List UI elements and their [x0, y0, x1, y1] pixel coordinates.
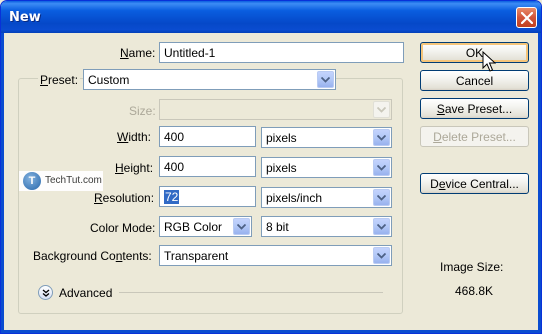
- close-button[interactable]: [516, 7, 537, 28]
- bit-depth-select[interactable]: 8 bit: [261, 216, 392, 237]
- resolution-label: Resolution:: [94, 191, 155, 205]
- bit-depth-dropdown-button[interactable]: [373, 218, 390, 235]
- background-contents-label: Background Contents:: [33, 249, 152, 263]
- resolution-field[interactable]: 72: [159, 186, 256, 207]
- techtut-watermark-logo: T TechTut.com: [19, 171, 103, 191]
- save-preset-button[interactable]: Save Preset...: [420, 98, 529, 119]
- dropdown-arrow-icon: [377, 224, 386, 230]
- advanced-divider: [119, 292, 383, 293]
- dropdown-arrow-icon: [377, 135, 386, 141]
- image-size-label: Image Size:: [440, 260, 504, 274]
- device-central-button[interactable]: Device Central...: [420, 173, 529, 194]
- advanced-toggle-button[interactable]: [38, 285, 53, 300]
- size-select[interactable]: [159, 99, 392, 120]
- name-field[interactable]: Untitled-1: [159, 42, 404, 63]
- delete-preset-button[interactable]: Delete Preset...: [420, 126, 529, 147]
- new-document-dialog: New Name: Untitled-1 Preset: Custom Size…: [0, 0, 542, 334]
- cancel-button[interactable]: Cancel: [420, 70, 529, 91]
- logo-icon: T: [23, 172, 41, 190]
- image-size-value: 468.8K: [455, 284, 494, 298]
- preset-dropdown-button[interactable]: [317, 71, 334, 88]
- dropdown-arrow-icon: [377, 195, 386, 201]
- dropdown-arrow-icon: [377, 107, 386, 113]
- resolution-unit-select[interactable]: pixels/inch: [261, 187, 392, 208]
- mouse-cursor-icon: [482, 51, 496, 72]
- dropdown-arrow-icon: [377, 165, 386, 171]
- close-icon: [521, 12, 533, 24]
- background-contents-dropdown-button[interactable]: [373, 247, 390, 264]
- height-field[interactable]: 400: [159, 156, 256, 177]
- width-label: Width:: [117, 130, 152, 144]
- color-mode-select[interactable]: RGB Color: [159, 216, 252, 237]
- advanced-label[interactable]: Advanced: [59, 286, 112, 300]
- preset-label: Preset:: [38, 73, 81, 87]
- resolution-unit-dropdown-button[interactable]: [373, 189, 390, 206]
- name-label: Name:: [120, 46, 156, 60]
- width-unit-select[interactable]: pixels: [261, 127, 392, 148]
- dropdown-arrow-icon: [321, 77, 330, 83]
- expand-chevron-icon: [42, 289, 50, 297]
- height-unit-dropdown-button[interactable]: [373, 159, 390, 176]
- size-dropdown-button[interactable]: [373, 101, 390, 118]
- window-border-right: [538, 33, 541, 333]
- ok-button[interactable]: OK: [420, 42, 529, 63]
- dropdown-arrow-icon: [377, 253, 386, 259]
- window-border-bottom: [1, 330, 541, 333]
- window-border-left: [1, 33, 4, 333]
- color-mode-dropdown-button[interactable]: [233, 218, 250, 235]
- title-bar[interactable]: New: [1, 1, 541, 33]
- window-title: New: [9, 10, 41, 25]
- size-label: Size:: [129, 104, 156, 118]
- background-contents-select[interactable]: Transparent: [159, 245, 392, 266]
- width-unit-dropdown-button[interactable]: [373, 129, 390, 146]
- height-unit-select[interactable]: pixels: [261, 157, 392, 178]
- color-mode-label: Color Mode:: [90, 221, 156, 235]
- logo-text: TechTut.com: [45, 175, 102, 186]
- dropdown-arrow-icon: [237, 224, 246, 230]
- preset-select[interactable]: Custom: [83, 69, 336, 90]
- height-label: Height:: [115, 161, 154, 175]
- width-field[interactable]: 400: [159, 126, 256, 147]
